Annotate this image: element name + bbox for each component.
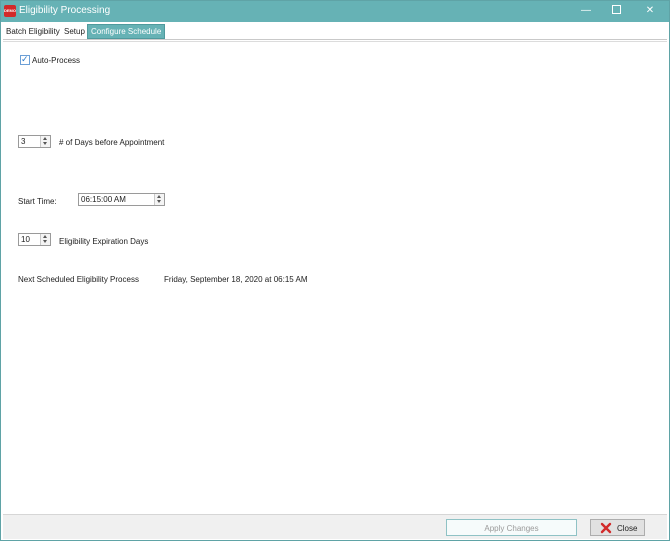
app-logo-icon: DEMO <box>4 5 16 17</box>
minimize-button[interactable]: — <box>571 1 601 22</box>
auto-process-checkbox[interactable]: ✓ <box>20 54 30 65</box>
apply-changes-button[interactable]: Apply Changes <box>446 519 577 536</box>
expiration-days-stepper[interactable]: 10 <box>18 233 51 246</box>
app-logo-text: DEMO <box>4 8 16 13</box>
start-time-value: 06:15:00 AM <box>81 195 126 204</box>
days-before-stepper[interactable]: 3 <box>18 135 51 148</box>
chevron-up-icon[interactable] <box>43 137 47 140</box>
chevron-up-icon[interactable] <box>43 235 47 238</box>
eligibility-processing-window: DEMO Eligibility Processing — ✕ Batch El… <box>0 0 670 541</box>
minimize-icon: — <box>581 5 591 16</box>
tab-setup[interactable]: Setup <box>61 24 88 39</box>
days-before-value: 3 <box>21 137 26 146</box>
chevron-down-icon[interactable] <box>43 142 47 145</box>
next-scheduled-label: Next Scheduled Eligibility Process <box>18 275 139 284</box>
maximize-button[interactable] <box>601 1 631 22</box>
start-time-picker[interactable]: 06:15:00 AM <box>78 193 165 206</box>
window-close-button[interactable]: ✕ <box>635 1 665 22</box>
chevron-down-icon[interactable] <box>157 200 161 203</box>
auto-process-label[interactable]: Auto-Process <box>32 56 80 65</box>
start-time-arrows[interactable] <box>154 194 164 205</box>
chevron-down-icon[interactable] <box>43 240 47 243</box>
title-bar[interactable]: DEMO Eligibility Processing — ✕ <box>1 1 669 22</box>
expiration-days-label: Eligibility Expiration Days <box>59 237 149 246</box>
next-scheduled-value: Friday, September 18, 2020 at 06:15 AM <box>164 275 308 284</box>
close-x-icon <box>600 522 612 534</box>
tab-batch-eligibility[interactable]: Batch Eligibility <box>3 24 63 39</box>
checkmark-icon: ✓ <box>21 54 29 64</box>
footer-bar: Apply Changes Close <box>3 514 667 539</box>
chevron-up-icon[interactable] <box>157 195 161 198</box>
expiration-days-arrows[interactable] <box>40 234 50 245</box>
tab-configure-schedule[interactable]: Configure Schedule <box>87 24 166 39</box>
maximize-icon <box>611 5 621 15</box>
window-title: Eligibility Processing <box>19 5 111 16</box>
days-before-arrows[interactable] <box>40 136 50 147</box>
tab-strip: Batch Eligibility Setup Configure Schedu… <box>3 24 667 40</box>
close-icon: ✕ <box>645 5 655 16</box>
start-time-label: Start Time: <box>18 197 57 206</box>
expiration-days-value: 10 <box>21 235 30 244</box>
close-button-label: Close <box>617 524 638 533</box>
close-button[interactable]: Close <box>590 519 645 536</box>
days-before-label: # of Days before Appointment <box>59 138 165 147</box>
configure-schedule-panel: ✓ Auto-Process 3 # of Days before Appoin… <box>3 41 667 514</box>
